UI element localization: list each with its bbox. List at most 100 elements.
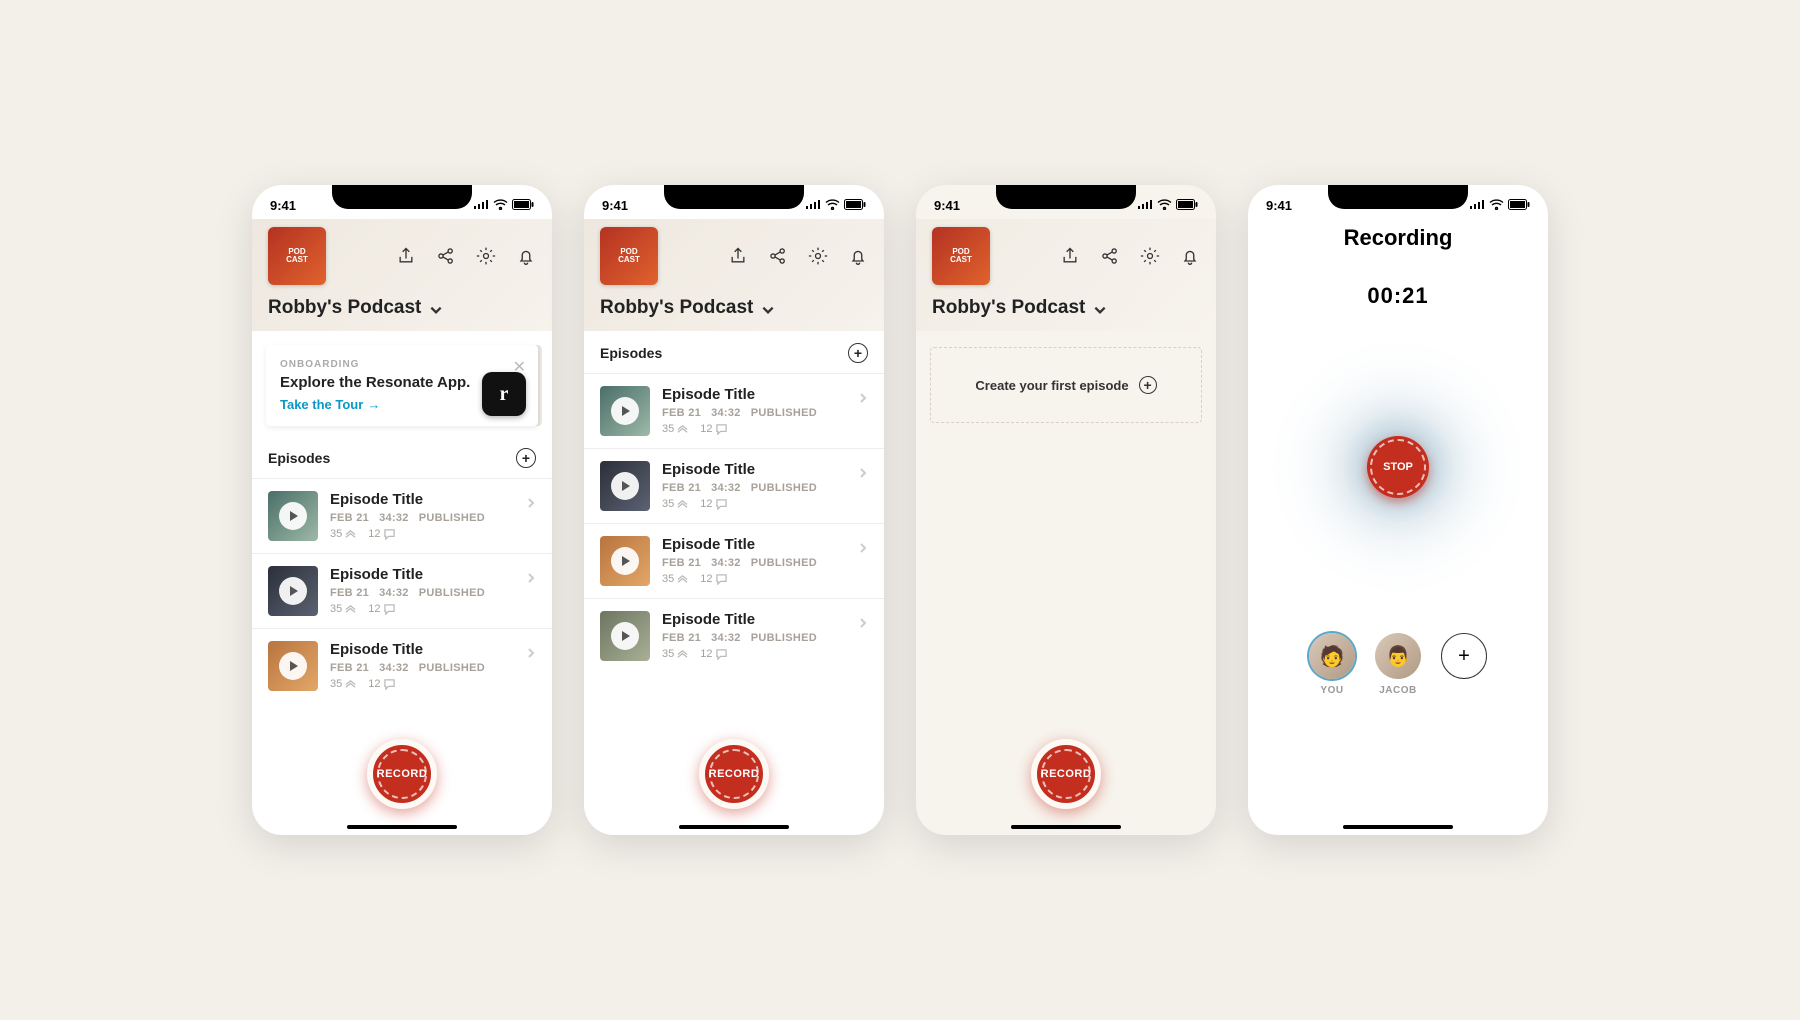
comments-stat: 12 [700,498,726,510]
status-indicators [1137,198,1198,213]
episode-thumbnail[interactable] [600,461,650,511]
episode-thumbnail[interactable] [600,386,650,436]
podcast-cover[interactable]: PODCAST [932,227,990,285]
create-first-episode-card[interactable]: Create your first episode + [930,347,1202,423]
add-participant-button[interactable]: + [1441,633,1487,679]
plays-stat: 35 [662,423,688,435]
play-icon[interactable] [611,547,639,575]
play-icon[interactable] [611,397,639,425]
episode-duration: 34:32 [379,662,409,674]
episode-row[interactable]: Episode Title FEB 21 34:32 PUBLISHED 35 … [252,478,552,553]
chevron-right-icon [858,465,868,483]
play-icon[interactable] [279,577,307,605]
episode-stats: 35 12 [662,498,868,510]
record-button[interactable]: RECORD [367,739,437,809]
participant-label: YOU [1320,685,1343,696]
gear-icon[interactable] [476,246,496,266]
gear-icon[interactable] [1140,246,1160,266]
episode-meta: FEB 21 34:32 PUBLISHED [330,662,536,674]
episode-title: Episode Title [330,641,536,658]
share-network-icon[interactable] [436,246,456,266]
share-icon[interactable] [728,246,748,266]
bell-icon[interactable] [516,246,536,266]
episode-thumbnail[interactable] [268,566,318,616]
device-notch [1328,185,1468,209]
share-icon[interactable] [396,246,416,266]
episode-row[interactable]: Episode Title FEB 21 34:32 PUBLISHED 35 … [252,553,552,628]
play-icon[interactable] [279,652,307,680]
episode-title: Episode Title [662,611,868,628]
empty-cta-text: Create your first episode [975,378,1128,393]
episode-thumbnail[interactable] [600,611,650,661]
episode-meta: FEB 21 34:32 PUBLISHED [662,482,868,494]
chevron-right-icon [526,645,536,663]
comments-stat: 12 [700,573,726,585]
episode-thumbnail[interactable] [268,491,318,541]
share-network-icon[interactable] [768,246,788,266]
bell-icon[interactable] [848,246,868,266]
podcast-title-dropdown[interactable]: Robby's Podcast [932,297,1200,319]
episode-date: FEB 21 [662,557,701,569]
episode-info: Episode Title FEB 21 34:32 PUBLISHED 35 … [662,536,868,585]
podcast-header: PODCAST Robby's Podcast [252,219,552,331]
record-button[interactable]: RECORD [1031,739,1101,809]
podcast-title-dropdown[interactable]: Robby's Podcast [268,297,536,319]
bell-icon[interactable] [1180,246,1200,266]
record-button[interactable]: RECORD [699,739,769,809]
episode-thumbnail[interactable] [600,536,650,586]
episode-row[interactable]: Episode Title FEB 21 34:32 PUBLISHED 35 … [584,598,884,673]
participants-row: 🧑 YOU 👨 JACOB + [1309,633,1487,696]
play-icon[interactable] [279,502,307,530]
episode-status: PUBLISHED [751,482,817,494]
comments-stat: 12 [368,528,394,540]
add-episode-button[interactable]: + [516,448,536,468]
play-icon[interactable] [611,622,639,650]
onboarding-eyebrow: ONBOARDING [280,359,524,370]
podcast-title-text: Robby's Podcast [600,297,753,319]
podcast-cover[interactable]: PODCAST [600,227,658,285]
episode-thumbnail[interactable] [268,641,318,691]
plays-stat: 35 [662,573,688,585]
episode-duration: 34:32 [379,512,409,524]
episode-date: FEB 21 [662,407,701,419]
battery-icon [844,198,866,213]
episode-date: FEB 21 [330,662,369,674]
participant-you[interactable]: 🧑 YOU [1309,633,1355,696]
stop-button[interactable]: STOP [1367,436,1429,498]
battery-icon [512,198,534,213]
podcast-title-dropdown[interactable]: Robby's Podcast [600,297,868,319]
comments-stat: 12 [368,678,394,690]
chevron-right-icon [858,390,868,408]
play-icon[interactable] [611,472,639,500]
participant-jacob[interactable]: 👨 JACOB [1375,633,1421,696]
add-episode-button[interactable]: + [848,343,868,363]
comments-stat: 12 [368,603,394,615]
episode-duration: 34:32 [711,557,741,569]
episode-info: Episode Title FEB 21 34:32 PUBLISHED 35 … [330,641,536,690]
share-icon[interactable] [1060,246,1080,266]
arrow-right-icon: → [367,397,380,412]
plays-stat: 35 [330,603,356,615]
episode-row[interactable]: Episode Title FEB 21 34:32 PUBLISHED 35 … [584,373,884,448]
podcast-cover[interactable]: PODCAST [268,227,326,285]
recording-timer: 00:21 [1367,283,1428,309]
wifi-icon [1157,198,1172,213]
episode-status: PUBLISHED [419,662,485,674]
signal-icon [1137,198,1153,213]
episode-row[interactable]: Episode Title FEB 21 34:32 PUBLISHED 35 … [252,628,552,703]
wifi-icon [1489,198,1504,213]
chevron-down-icon [429,301,443,315]
podcast-title-text: Robby's Podcast [932,297,1085,319]
episode-info: Episode Title FEB 21 34:32 PUBLISHED 35 … [662,461,868,510]
onboarding-card[interactable]: ✕ ONBOARDING Explore the Resonate App. T… [266,345,538,426]
episode-row[interactable]: Episode Title FEB 21 34:32 PUBLISHED 35 … [584,448,884,523]
gear-icon[interactable] [808,246,828,266]
episode-stats: 35 12 [330,678,536,690]
episode-meta: FEB 21 34:32 PUBLISHED [662,557,868,569]
screen-empty-state: 9:41 PODCAST Robby's Podcast Create your… [916,185,1216,835]
share-network-icon[interactable] [1100,246,1120,266]
recording-pulse: STOP [1268,337,1528,597]
episode-row[interactable]: Episode Title FEB 21 34:32 PUBLISHED 35 … [584,523,884,598]
status-indicators [473,198,534,213]
episodes-label: Episodes [600,345,662,361]
